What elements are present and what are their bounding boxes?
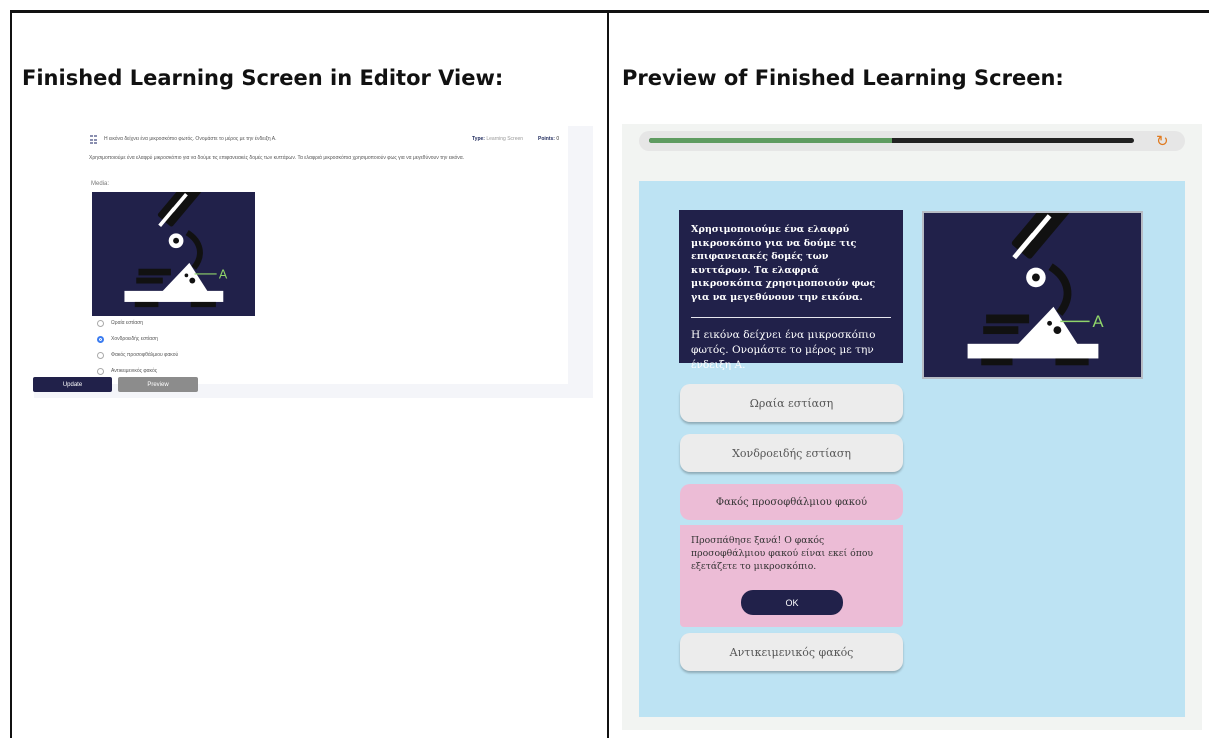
radio-button[interactable] [97,319,104,327]
radio-button-selected[interactable] [97,335,104,343]
microscope-image: A [92,178,255,316]
question-card: Η εικόνα δείχνει ένα μικροσκόπιο φωτός. … [34,126,568,384]
feedback-box: Προσπάθησε ξανά! Ο φακός προσοφθάλμιου φ… [680,525,903,627]
microscope-image: A [922,195,1143,379]
option-label: Χονδροειδής εστίαση [111,336,158,342]
option-row[interactable]: Αντικειμενικός φακός [97,366,157,376]
points-value: 0 [556,136,560,142]
radio-button[interactable] [97,351,104,359]
editor-view-title: Finished Learning Screen in Editor View: [22,66,504,90]
ok-button[interactable]: OK [741,590,843,615]
type-value: Learning Screen [486,136,524,142]
table-divider [607,10,609,738]
choice-fine-focus[interactable]: Ωραία εστίαση [680,384,903,422]
question-text: Η εικόνα δείχνει ένα μικροσκόπιο φωτός. … [691,329,876,371]
question-points: Points: 0 [538,136,559,142]
option-label: Αντικειμενικός φακός [111,368,158,374]
microscope-icon: A [92,178,255,316]
preview-title: Preview of Finished Learning Screen: [622,66,1064,90]
choice-coarse-focus[interactable]: Χονδροειδής εστίαση [680,434,903,472]
option-row[interactable]: Ωραία εστίαση [97,318,143,328]
editor-view-screenshot: Η εικόνα δείχνει ένα μικροσκόπιο φωτός. … [33,126,593,398]
drag-handle-icon[interactable] [90,135,97,145]
option-label: Φακός προσοφθάλμιου φακού [111,352,179,358]
preview-screenshot: ↻ Χρησιμοποιούμε ένα ελαφρύ μικροσκόπιο … [622,124,1202,730]
radio-button[interactable] [97,367,104,375]
question-box: Χρησιμοποιούμε ένα ελαφρύ μικροσκόπιο γι… [679,210,903,371]
annotation-a: A [219,267,228,281]
feedback-text: Προσπάθησε ξανά! Ο φακός προσοφθάλμιου φ… [691,535,874,572]
restart-icon[interactable]: ↻ [1156,132,1169,150]
microscope-icon: A [924,195,1141,377]
option-row[interactable]: Χονδροειδής εστίαση [97,334,158,344]
option-row[interactable]: Φακός προσοφθάλμιου φακού [97,350,178,360]
option-label: Ωραία εστίαση [111,320,144,326]
type-label: Type: [472,136,485,142]
media-label: Media: [91,181,110,187]
description-text: Χρησιμοποιούμε ένα ελαφρύ μικροσκόπιο γι… [89,155,465,161]
question-type: Type: Learning Screen [472,136,523,142]
description-text: Χρησιμοποιούμε ένα ελαφρύ μικροσκόπιο γι… [691,224,876,303]
question-divider [691,317,891,318]
choice-eyepiece-lens[interactable]: Φακός προσοφθάλμιου φακού [680,484,903,520]
points-label: Points: [538,136,555,142]
progress-fill [649,138,892,143]
update-button[interactable]: Update [33,377,112,392]
progress-bar-container: ↻ [639,131,1185,151]
annotation-a: A [1093,312,1105,331]
lesson-panel: Χρησιμοποιούμε ένα ελαφρύ μικροσκόπιο γι… [639,181,1185,717]
preview-button[interactable]: Preview [118,377,198,392]
choice-objective-lens[interactable]: Αντικειμενικός φακός [680,633,903,671]
progress-track [649,138,1134,143]
question-text: Η εικόνα δείχνει ένα μικροσκόπιο φωτός. … [104,136,277,142]
